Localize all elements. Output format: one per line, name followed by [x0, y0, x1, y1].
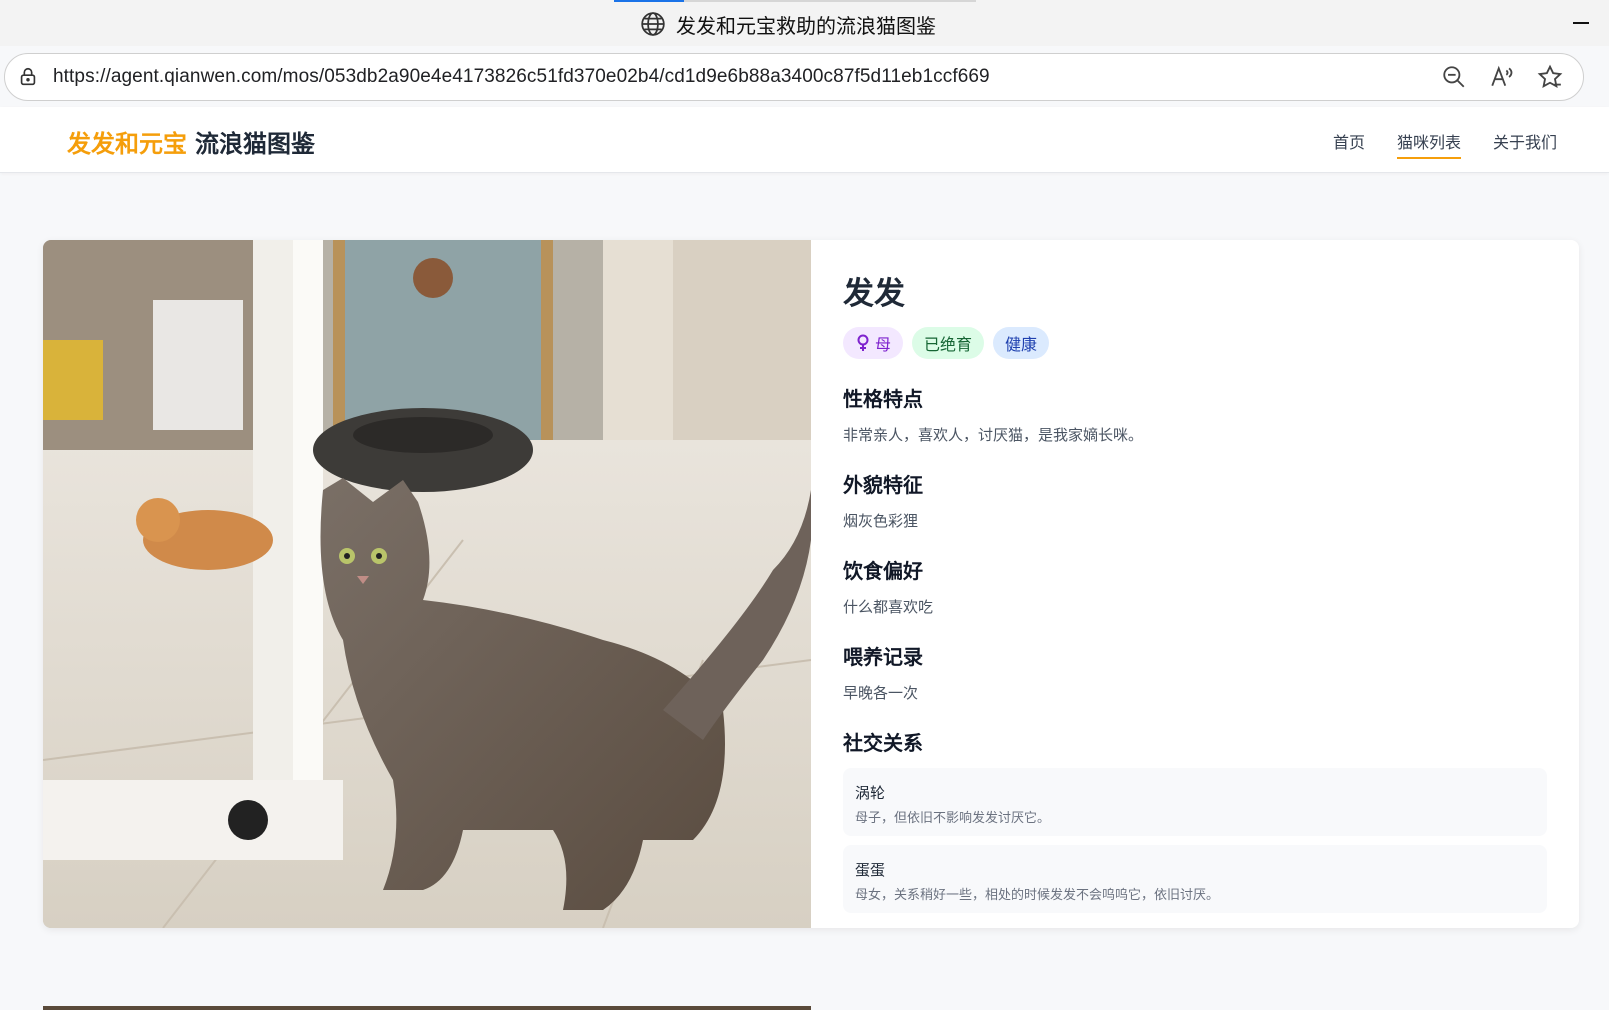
female-icon [857, 334, 869, 351]
site-logo[interactable]: 发发和元宝 流浪猫图鉴 [67, 124, 315, 159]
brand-accent-text: 发发和元宝 [67, 130, 187, 158]
tab-loading-indicator [614, 0, 684, 2]
nav-cat-list[interactable]: 猫咪列表 [1396, 129, 1461, 159]
diet-title: 饮食偏好 [843, 559, 923, 583]
diet-text: 什么都喜欢吃 [843, 598, 934, 616]
url-text[interactable]: https://agent.qianwen.com/mos/053db2a90e… [53, 66, 990, 88]
browser-tab[interactable]: 发发和元宝救助的流浪猫图鉴 [640, 10, 936, 38]
gender-tag: 母 [843, 327, 904, 359]
cat-photo-illustration [43, 240, 811, 928]
nav-about[interactable]: 关于我们 [1493, 129, 1557, 157]
tab-title-text: 发发和元宝救助的流浪猫图鉴 [676, 13, 936, 38]
cat-name: 发发 [843, 276, 905, 312]
browser-titlebar: 发发和元宝救助的流浪猫图鉴 [0, 0, 1609, 46]
read-aloud-icon[interactable] [1489, 64, 1515, 90]
nav-home[interactable]: 首页 [1333, 129, 1365, 157]
social-title: 社交关系 [843, 731, 923, 755]
next-cat-card-edge [43, 1006, 811, 1010]
main-nav: 首页 猫咪列表 关于我们 [1333, 129, 1557, 159]
relation-desc: 母子，但依旧不影响发发讨厌它。 [855, 811, 1051, 826]
neutered-tag: 已绝育 [912, 327, 985, 359]
feeding-text: 早晚各一次 [843, 684, 919, 702]
personality-title: 性格特点 [843, 387, 923, 411]
lock-icon[interactable] [17, 66, 39, 88]
globe-icon [641, 12, 665, 36]
gender-tag-label: 母 [875, 335, 892, 354]
cat-card: 发发 母 已绝育 健康 性格特点 非常亲人，喜欢人，讨厌猫，是我家嫡长咪。 外貌… [43, 240, 1579, 928]
relation-name: 蛋蛋 [855, 861, 886, 879]
relation-name: 涡轮 [855, 784, 886, 802]
relation-card: 涡轮 母子，但依旧不影响发发讨厌它。 [843, 768, 1547, 836]
cat-info-panel: 发发 母 已绝育 健康 性格特点 非常亲人，喜欢人，讨厌猫，是我家嫡长咪。 外貌… [843, 268, 1547, 913]
cat-photo [43, 240, 811, 928]
tab-underline [684, 0, 976, 2]
appearance-title: 外貌特征 [843, 473, 923, 497]
relation-desc: 母女，关系稍好一些，相处的时候发发不会呜呜它，依旧讨厌。 [855, 888, 1220, 903]
address-bar[interactable]: https://agent.qianwen.com/mos/053db2a90e… [4, 53, 1584, 101]
zoom-out-icon[interactable] [1441, 64, 1467, 90]
cat-tags: 母 已绝育 健康 [843, 327, 1547, 359]
brand-main-text: 流浪猫图鉴 [195, 130, 315, 158]
health-tag: 健康 [993, 327, 1050, 359]
minimize-icon[interactable] [1573, 22, 1589, 24]
feeding-title: 喂养记录 [843, 645, 923, 669]
personality-text: 非常亲人，喜欢人，讨厌猫，是我家嫡长咪。 [843, 426, 1144, 444]
site-header: 发发和元宝 流浪猫图鉴 首页 猫咪列表 关于我们 [0, 107, 1609, 173]
favorite-star-icon[interactable] [1537, 64, 1563, 90]
relation-card: 蛋蛋 母女，关系稍好一些，相处的时候发发不会呜呜它，依旧讨厌。 [843, 845, 1547, 913]
appearance-text: 烟灰色彩狸 [843, 512, 919, 530]
